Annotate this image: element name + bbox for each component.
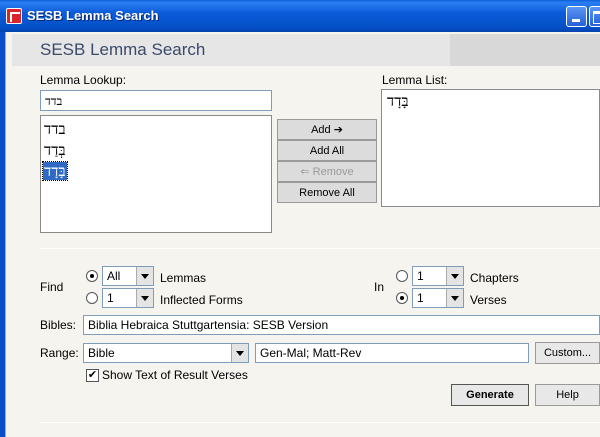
chevron-down-icon[interactable]	[446, 289, 463, 307]
chapters-label: Chapters	[470, 271, 519, 285]
help-button[interactable]: Help	[535, 384, 600, 406]
in-verses-radio[interactable]	[396, 292, 408, 304]
show-text-checkbox[interactable]: ✔	[86, 369, 99, 382]
bibles-field[interactable]: Biblia Hebraica Stuttgartensia: SESB Ver…	[83, 315, 600, 335]
list-item-text: בָּדָד	[387, 92, 409, 110]
add-all-button[interactable]: Add All	[277, 140, 377, 161]
remove-all-button[interactable]: Remove All	[277, 182, 377, 203]
inflected-forms-label: Inflected Forms	[160, 293, 243, 307]
bibles-value: Biblia Hebraica Stuttgartensia: SESB Ver…	[88, 318, 329, 332]
lemma-list[interactable]: בָּדָד	[381, 89, 600, 207]
find-label: Find	[40, 280, 64, 294]
range-value: Bible	[88, 346, 115, 360]
chevron-down-icon[interactable]	[136, 267, 153, 285]
divider	[40, 248, 600, 249]
list-item[interactable]: בדד	[41, 120, 271, 141]
lemma-lookup-results[interactable]: בדד בְּדַד בָּדָד	[40, 115, 272, 233]
minimize-button[interactable]	[566, 6, 587, 27]
chapters-combo[interactable]: 1	[412, 266, 464, 286]
find-inflected-radio[interactable]	[86, 292, 98, 304]
lemmas-label: Lemmas	[160, 271, 207, 285]
list-item-text: בָּדָד	[42, 161, 68, 181]
verses-value: 1	[417, 291, 424, 305]
verses-combo[interactable]: 1	[412, 288, 464, 308]
range-text-field[interactable]: Gen-Mal; Matt-Rev	[255, 343, 529, 363]
chevron-down-icon[interactable]	[231, 344, 248, 362]
list-item-text: בְּדַד	[44, 141, 66, 159]
custom-button[interactable]: Custom...	[535, 342, 600, 364]
verses-label: Verses	[470, 293, 507, 307]
find-all-value: All	[107, 269, 121, 283]
remove-button[interactable]: ⇐ Remove	[277, 161, 377, 182]
find-all-radio[interactable]	[86, 270, 98, 282]
lemma-lookup-input[interactable]: בדד	[40, 90, 272, 111]
range-text-value: Gen-Mal; Matt-Rev	[260, 346, 362, 360]
lemma-lookup-value: בדד	[45, 94, 63, 108]
show-text-label: Show Text of Result Verses	[102, 368, 248, 382]
app-icon	[6, 8, 22, 24]
maximize-button[interactable]	[589, 6, 600, 27]
list-item-selected[interactable]: בָּדָד	[41, 161, 271, 183]
list-item[interactable]: בָּדָד	[384, 92, 597, 113]
chevron-down-icon[interactable]	[136, 289, 153, 307]
lemma-lookup-label: Lemma Lookup:	[40, 73, 127, 87]
add-button[interactable]: Add ➔	[277, 119, 377, 140]
find-inflected-combo[interactable]: 1	[102, 288, 154, 308]
title-bar: SESB Lemma Search	[0, 0, 600, 32]
bibles-label: Bibles:	[40, 318, 77, 332]
chevron-down-icon[interactable]	[446, 267, 463, 285]
list-item-text: בדד	[44, 120, 66, 138]
list-item[interactable]: בְּדַד	[41, 141, 271, 162]
in-label: In	[374, 280, 385, 294]
chapters-value: 1	[417, 269, 424, 283]
find-inflected-value: 1	[107, 291, 114, 305]
lemma-list-label: Lemma List:	[382, 73, 448, 87]
range-label: Range:	[40, 346, 79, 360]
divider	[40, 422, 600, 423]
page-title: SESB Lemma Search	[40, 40, 206, 59]
window-title: SESB Lemma Search	[27, 8, 159, 23]
in-chapters-radio[interactable]	[396, 270, 408, 282]
generate-button[interactable]: Generate	[451, 384, 529, 406]
range-combo[interactable]: Bible	[83, 343, 249, 363]
header-band-right	[450, 34, 600, 66]
find-all-combo[interactable]: All	[102, 266, 154, 286]
